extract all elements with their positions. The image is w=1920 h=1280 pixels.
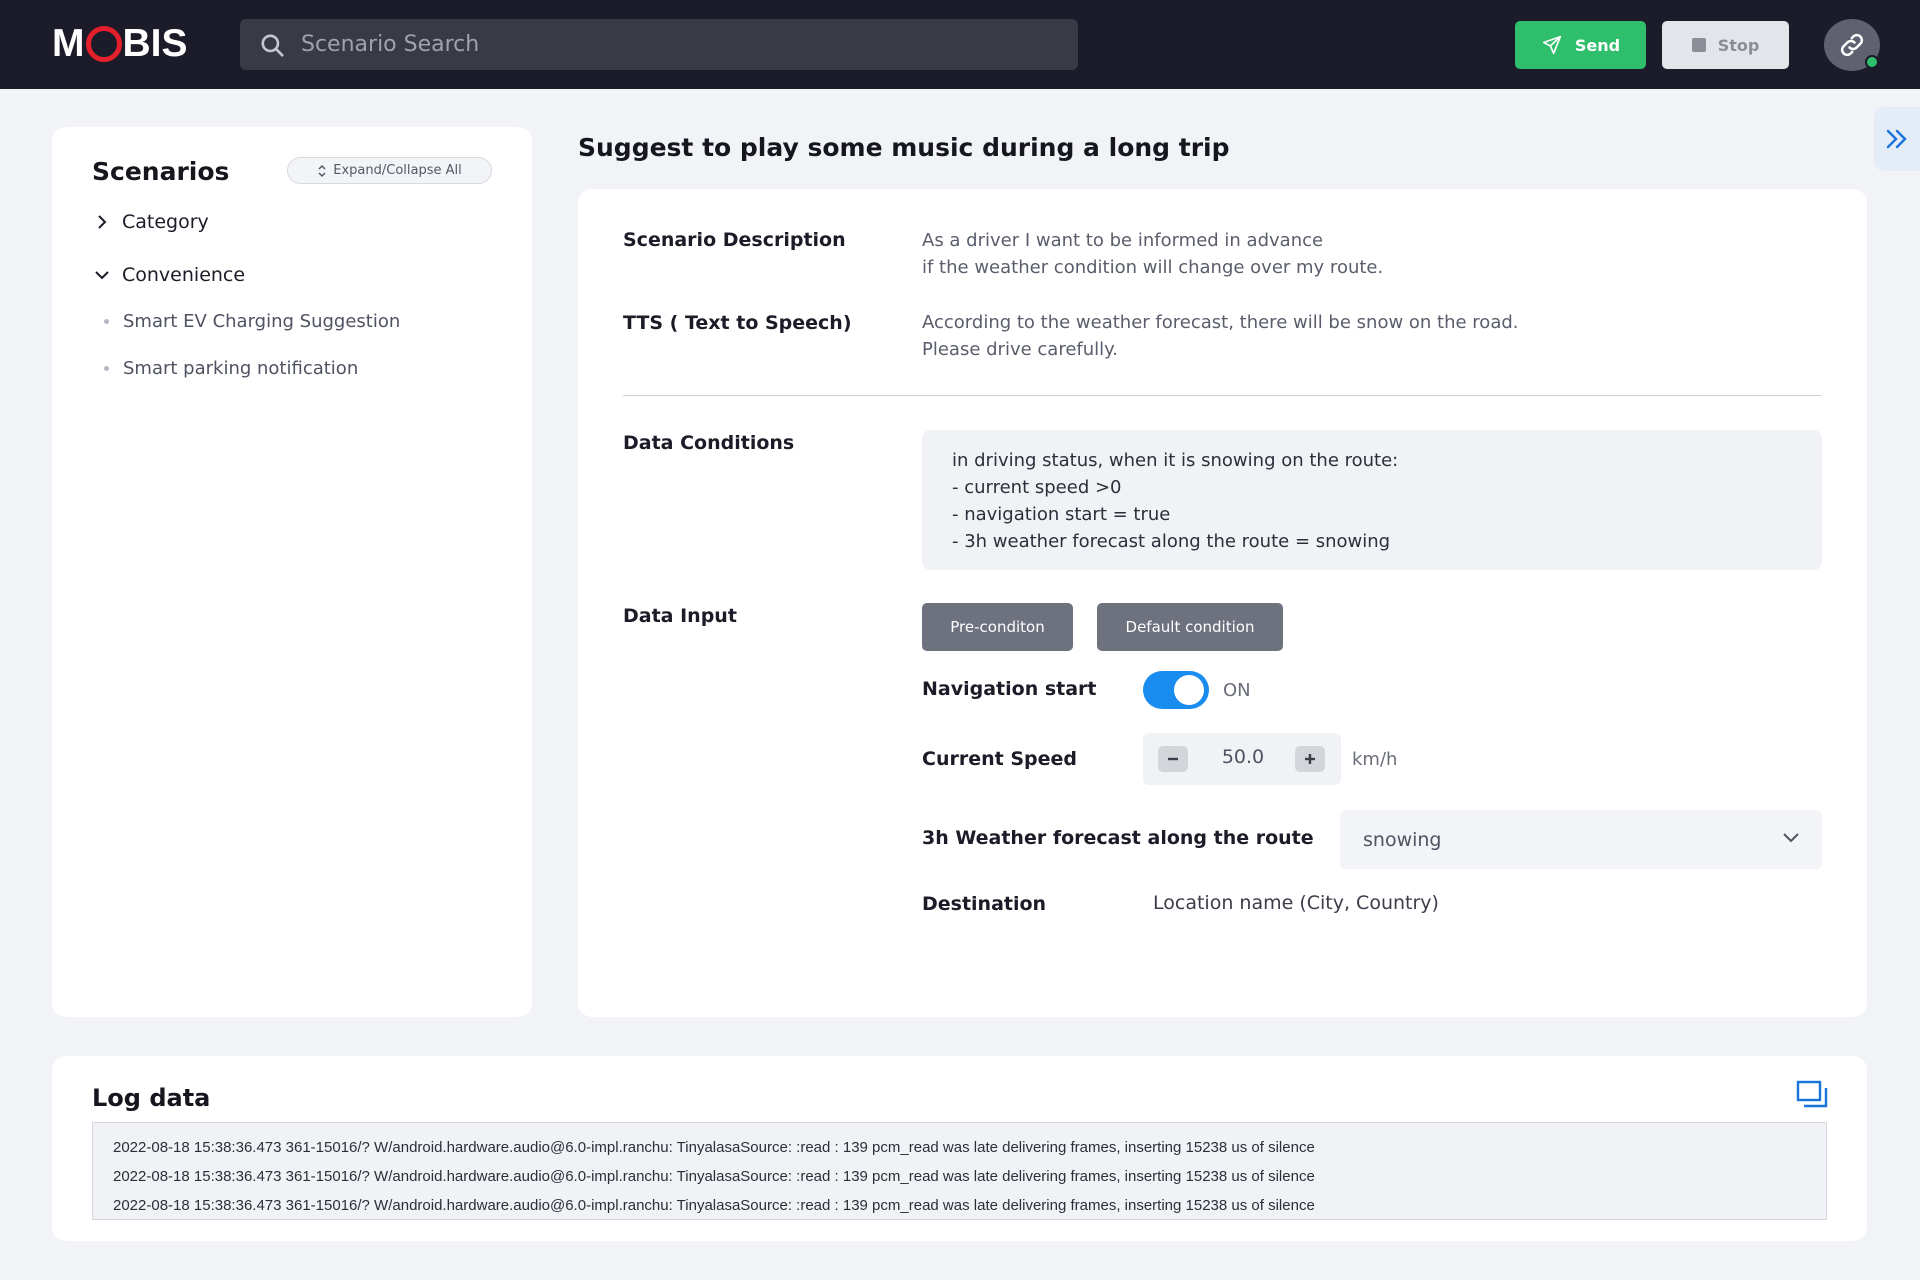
log-line: 2022-08-18 15:38:36.473 361-15016/? W/an… [113,1168,1315,1185]
stop-icon [1691,38,1706,52]
log-title: Log data [92,1084,211,1112]
popout-icon [1796,1080,1828,1108]
expand-collapse-label: Expand/Collapse All [333,163,462,178]
send-button[interactable]: Send [1515,21,1646,69]
sidebar-item-smart-parking[interactable]: Smart parking notification [104,358,358,379]
description-line: As a driver I want to be informed in adv… [922,230,1324,251]
log-panel: Log data 2022-08-18 15:38:36.473 361-150… [52,1056,1867,1241]
weather-forecast-label: 3h Weather forecast along the route [922,827,1314,849]
stop-button[interactable]: Stop [1662,21,1789,69]
chevron-right-icon [92,214,112,230]
navigation-start-label: Navigation start [922,678,1097,700]
data-conditions-label: Data Conditions [623,432,795,454]
send-button-label: Send [1574,35,1621,55]
log-line: 2022-08-18 15:38:36.473 361-15016/? W/an… [113,1197,1315,1214]
link-icon [1840,33,1864,57]
minus-icon [1168,757,1178,761]
condition-line: - navigation start = true [952,504,1171,525]
tree-item-convenience[interactable]: Convenience [92,264,245,286]
section-divider [623,395,1822,396]
expand-collapse-all-button[interactable]: Expand/Collapse All [287,157,492,184]
scenario-description-text: As a driver I want to be informed in adv… [922,227,1383,281]
chevron-down-icon [92,270,112,280]
precondition-button[interactable]: Pre-conditon [922,603,1073,651]
logo-prefix: M [52,22,85,65]
scenario-search-box[interactable] [240,19,1078,70]
scenario-description-label: Scenario Description [623,229,846,251]
logo-suffix: BIS [122,22,188,65]
description-line: if the weather condition will change ove… [922,257,1384,278]
page-title: Suggest to play some music during a long… [578,133,1230,162]
mobis-logo[interactable]: M BIS [52,22,188,66]
navigation-start-state: ON [1223,680,1251,701]
destination-value[interactable]: Location name (City, Country) [1153,892,1439,914]
sidebar-item-label: Smart EV Charging Suggestion [123,311,401,332]
condition-line: - current speed >0 [952,477,1122,498]
default-condition-button[interactable]: Default condition [1097,603,1283,651]
weather-forecast-value: snowing [1363,828,1442,851]
scenarios-sidebar: Scenarios Expand/Collapse All Category C… [52,127,532,1017]
log-line: 2022-08-18 15:38:36.473 361-15016/? W/an… [113,1139,1315,1156]
chevron-down-icon [1783,833,1799,843]
connection-status-dot [1865,55,1879,69]
sidebar-title: Scenarios [92,157,230,186]
condition-line: - 3h weather forecast along the route = … [952,531,1391,552]
search-icon [261,33,284,57]
sidebar-item-smart-ev-charging[interactable]: Smart EV Charging Suggestion [104,311,400,332]
navigation-start-toggle[interactable] [1143,671,1209,709]
double-chevron-right-icon [1886,129,1907,149]
current-speed-label: Current Speed [922,748,1077,770]
current-speed-stepper: 50.0 [1143,733,1341,785]
log-popout-button[interactable] [1796,1080,1828,1112]
speed-unit: km/h [1352,749,1398,770]
toggle-knob [1174,675,1204,705]
bullet-icon [104,366,109,371]
current-speed-value[interactable]: 50.0 [1203,746,1283,768]
logo-o-mark [85,26,122,62]
tts-label: TTS ( Text to Speech) [623,312,852,334]
plus-icon [1305,754,1315,764]
tts-line: According to the weather forecast, there… [922,312,1519,333]
panel-toggle-tab[interactable] [1874,107,1920,171]
condition-line: in driving status, when it is snowing on… [952,450,1399,471]
tts-text: According to the weather forecast, there… [922,309,1519,363]
scenario-detail-panel: Scenario Description As a driver I want … [578,189,1867,1017]
scenario-search-input[interactable] [301,32,1061,57]
tts-line: Please drive carefully. [922,339,1118,360]
log-output[interactable]: 2022-08-18 15:38:36.473 361-15016/? W/an… [92,1122,1827,1220]
stop-button-label: Stop [1717,35,1760,55]
top-bar: M BIS Send Stop [0,0,1920,89]
send-icon [1542,35,1562,55]
sidebar-item-label: Smart parking notification [123,358,359,379]
tree-item-label: Convenience [122,264,246,286]
data-conditions-box: in driving status, when it is snowing on… [922,430,1822,570]
decrement-button[interactable] [1158,746,1188,772]
increment-button[interactable] [1295,746,1325,772]
expand-collapse-icon [318,164,326,177]
data-input-label: Data Input [623,605,737,627]
destination-label: Destination [922,893,1047,915]
tree-item-label: Category [122,211,209,233]
weather-forecast-select[interactable]: snowing [1340,810,1822,869]
bullet-icon [104,319,109,324]
tree-item-category[interactable]: Category [92,211,209,233]
